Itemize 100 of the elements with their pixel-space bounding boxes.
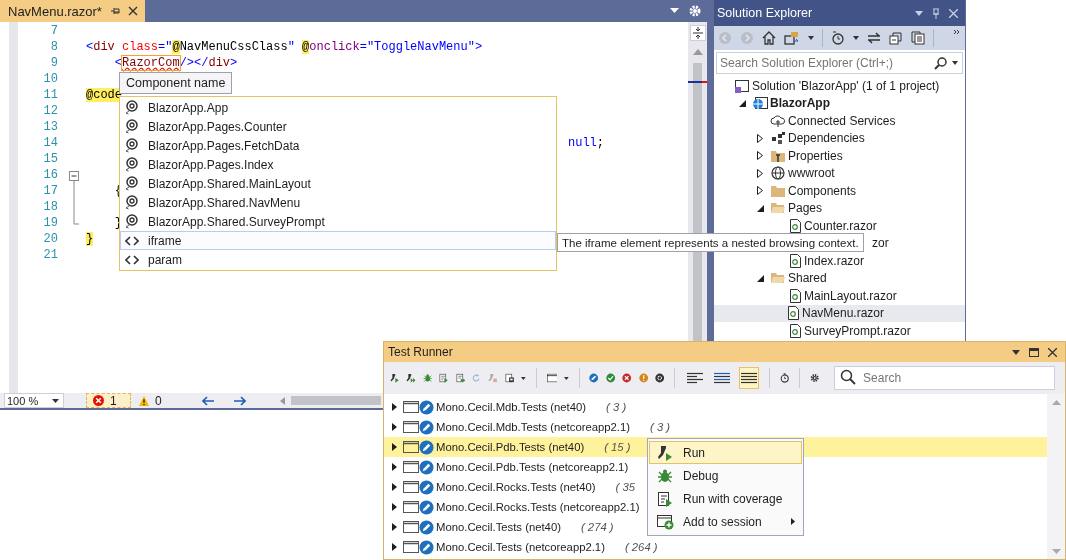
test-row[interactable]: Mono.Cecil.Rocks.Tests (netcoreapp2.1) (384, 497, 644, 517)
window-icon (403, 461, 419, 473)
tree-item[interactable]: SurveyPrompt.razor (716, 322, 965, 340)
caret-icon[interactable] (521, 375, 526, 381)
swap-arrows-icon[interactable] (867, 32, 881, 44)
menu-item[interactable]: Debug (649, 464, 802, 487)
caret-icon[interactable] (808, 36, 814, 40)
line-number: 12 (42, 103, 58, 119)
test-row[interactable]: Mono.Cecil.Tests (netcoreapp2.1) ( 264 ) (384, 537, 662, 557)
tree-item[interactable]: MainLayout.razor (716, 287, 965, 305)
panel-title: Solution Explorer (717, 6, 813, 20)
expand-arrow-icon[interactable] (392, 463, 397, 471)
caret-icon[interactable] (1012, 349, 1020, 355)
list-icon (740, 372, 759, 384)
tree-item[interactable]: BlazorApp (716, 94, 965, 112)
completion-item[interactable]: BlazorApp.Shared.SurveyPrompt (120, 212, 556, 231)
dependencies-icon (770, 131, 786, 146)
stopwatch-icon[interactable] (779, 370, 790, 386)
file-icon (788, 218, 802, 233)
expand-arrow-icon[interactable] (392, 443, 397, 451)
close-icon[interactable] (127, 6, 138, 16)
expand-arrow-icon[interactable] (392, 543, 397, 551)
clock-icon[interactable] (831, 31, 845, 45)
tree-item[interactable]: NavMenu.razor (714, 304, 965, 322)
caret-icon[interactable] (952, 61, 958, 65)
tree-item[interactable]: Shared (716, 269, 965, 287)
expand-arrow-icon[interactable] (392, 523, 397, 531)
search-field[interactable]: Search (834, 366, 1056, 390)
expand-arrow-icon[interactable] (392, 403, 397, 411)
gear-icon[interactable] (689, 5, 701, 17)
warnings-button[interactable]: 0 (139, 393, 162, 408)
add-window-icon (656, 513, 674, 530)
file-icon (788, 253, 802, 268)
test-row[interactable]: Mono.Cecil.Mdb.Tests (net40) ( 3 ) (384, 397, 631, 417)
tree-item[interactable]: wwwroot (716, 164, 965, 182)
completion-item[interactable]: BlazorApp.Shared.MainLayout (120, 174, 556, 193)
completion-item[interactable]: BlazorApp.Pages.Index (120, 155, 556, 174)
split-icon[interactable] (689, 25, 706, 41)
test-row[interactable]: Mono.Cecil.Pdb.Tests (netcoreapp2.1) (384, 457, 633, 477)
collapse-all-icon[interactable] (889, 31, 903, 45)
back-arrow-icon[interactable] (201, 395, 215, 406)
expanded-icon[interactable] (738, 99, 746, 107)
tree-item[interactable]: Dependencies (716, 129, 965, 147)
tree-item[interactable]: Counter.razor (716, 217, 965, 235)
tree-item[interactable]: Connected Services (716, 112, 965, 130)
line-number: 15 (42, 151, 58, 167)
test-row[interactable]: Mono.Cecil.Mdb.Tests (netcoreapp2.1) ( 3 ) (384, 417, 675, 437)
completion-item[interactable]: param (120, 250, 556, 269)
expanded-icon[interactable] (756, 204, 764, 212)
home-icon[interactable] (762, 31, 776, 45)
tree-item[interactable]: Solution 'BlazorApp' (1 of 1 project) (716, 77, 965, 95)
window-icon[interactable] (546, 371, 558, 385)
editor-tab[interactable]: NavMenu.razor* (0, 0, 145, 22)
component-icon (125, 214, 139, 229)
completion-item[interactable]: BlazorApp.Pages.Counter (120, 117, 556, 136)
completion-item[interactable]: BlazorApp.Shared.NavMenu (120, 193, 556, 212)
expand-arrow-icon[interactable] (392, 483, 397, 491)
menu-item[interactable]: Run (649, 441, 802, 464)
tree-item[interactable]: Pages (716, 199, 965, 217)
test-row[interactable]: Mono.Cecil.Rocks.Tests (net40) ( 35 (384, 477, 639, 497)
collapse-icon[interactable] (69, 168, 80, 226)
component-icon (125, 100, 139, 115)
maximize-icon[interactable] (1029, 347, 1039, 357)
completion-item[interactable]: iframe (120, 231, 556, 250)
overflow-icon[interactable] (954, 30, 960, 34)
errors-button[interactable]: 1 (86, 393, 131, 408)
scroll-thumb[interactable] (290, 396, 381, 405)
line-number: 14 (42, 135, 58, 151)
collapsed-icon[interactable] (757, 168, 763, 178)
completion-item[interactable]: BlazorApp.App (120, 98, 556, 117)
test-row[interactable]: Mono.Cecil.Tests (net40) ( 274 ) (384, 517, 618, 537)
tree-item[interactable]: Properties (716, 147, 965, 165)
search-icon[interactable] (934, 56, 948, 70)
close-icon[interactable] (1048, 347, 1057, 357)
collapsed-icon[interactable] (757, 151, 763, 161)
open-folder-icon (770, 271, 786, 286)
menu-item[interactable]: Run with coverage (649, 487, 802, 510)
expand-arrow-icon[interactable] (392, 503, 397, 511)
tree-item[interactable]: Index.razor (716, 252, 965, 270)
menu-item[interactable]: Add to session (649, 510, 802, 533)
tree-item[interactable]: Components (716, 182, 965, 200)
caret-icon[interactable] (564, 375, 569, 381)
sync-icon[interactable] (784, 31, 800, 45)
view-mode-button[interactable] (739, 367, 760, 389)
collapsed-icon[interactable] (757, 133, 763, 143)
collapsed-icon[interactable] (757, 186, 763, 196)
expand-arrow-icon[interactable] (392, 423, 397, 431)
caret-icon[interactable] (853, 36, 859, 40)
pencil-circle-icon (419, 519, 434, 535)
search-field[interactable]: Search Solution Explorer (Ctrl+;) (716, 52, 963, 74)
folder-icon (770, 183, 786, 198)
expanded-icon[interactable] (756, 274, 764, 282)
zoom-dropdown[interactable]: 100 % (4, 393, 64, 408)
line-number: 19 (42, 215, 58, 231)
copy-icon[interactable] (911, 31, 925, 45)
pencil-circle-icon (419, 439, 434, 455)
completion-item[interactable]: BlazorApp.Pages.FetchData (120, 136, 556, 155)
pin-icon[interactable] (109, 6, 120, 16)
pencil-circle-icon (419, 459, 434, 475)
forward-arrow-icon[interactable] (232, 395, 246, 406)
